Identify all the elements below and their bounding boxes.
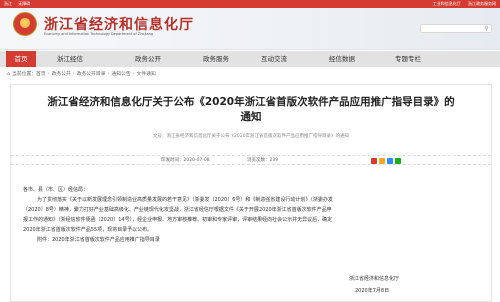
article-body: 各市、县（市、区）经信局： 为了贯彻落实《关于以新发展理念引领制造业高质量发展的… xyxy=(23,185,481,245)
topbar-link-accessibility[interactable]: 无障碍 xyxy=(18,1,30,6)
body-line: 报工作的通知》（浙经信软件便函〔2020〕14号），经企业申报、地方审核推荐、初… xyxy=(23,217,333,223)
signature-date: 2020年7月8日 xyxy=(355,288,390,294)
nav-item-interaction[interactable]: 互动交流 xyxy=(248,51,300,67)
search-icon[interactable]: ⚲ xyxy=(483,25,490,32)
publish-date: 印发时间：2020-07-08 xyxy=(161,158,210,163)
topbar-link-department[interactable]: 工业和信息化厅 xyxy=(433,1,461,6)
topbar-link-service-portal[interactable]: 浙江政务服务网 xyxy=(468,1,496,6)
breadcrumb-separator: › xyxy=(47,72,50,77)
breadcrumb-separator: › xyxy=(107,72,110,77)
nav-item-gov-affairs[interactable]: 政务公开 xyxy=(122,51,174,67)
article-title-line: 通知 xyxy=(240,111,262,123)
home-icon: ⌂ xyxy=(7,72,11,77)
attachment-link[interactable]: 附件：2020年浙江省首版次软件产品应用推广指导目录 xyxy=(23,235,481,245)
topbar-link-zhejiang[interactable]: 浙江 xyxy=(4,1,12,6)
share-qzone-icon[interactable] xyxy=(379,158,385,164)
site-subtitle: Economy and Information Technology Depar… xyxy=(44,32,154,36)
share-weibo-icon[interactable] xyxy=(371,158,377,164)
article-meta: 印发时间：2020-07-08 浏览次数：239 xyxy=(11,155,491,165)
body-line: 〔2020〕8号）精神，聚力打好产业基础高级化、产业链现代化攻坚战，浙江省经信厅… xyxy=(23,207,332,213)
nav-item-home[interactable]: 首页 xyxy=(6,51,36,67)
article-title-line: 浙江省经济和信息化厅关于公布《2020年浙江省首版次软件产品应用推广指导目录》的 xyxy=(47,96,455,108)
breadcrumb: ⌂ 当前位置：首页 › 政务公开 › 政务公开目录 › 通知公告 › 文件通知 xyxy=(7,70,156,77)
document-number: 文号：浙江省经济和信息化厅关于公布《2020年浙江省首版次软件产品应用推广指导目… xyxy=(153,134,349,139)
share-wechat-icon[interactable] xyxy=(395,158,401,164)
nav-item-data[interactable]: 经信数据 xyxy=(316,51,368,67)
top-bar: 浙江 无障碍 工业和信息化厅 浙江政务服务网 xyxy=(0,0,500,8)
breadcrumb-prefix: 当前位置： xyxy=(12,72,37,77)
breadcrumb-item[interactable]: 首页 xyxy=(36,72,46,77)
site-header: 浙江省经济和信息化厅 Economy and Information Techn… xyxy=(0,8,500,50)
article-panel: 浙江省经济和信息化厅关于公布《2020年浙江省首版次软件产品应用推广指导目录》的… xyxy=(10,84,492,302)
salutation: 各市、县（市、区）经信局： xyxy=(23,187,89,193)
nav-item-zhejiang-jingxin[interactable]: 浙江经信 xyxy=(44,51,96,67)
body-line: 2020年浙江省首版次软件产品55项，现将目录予以公布。 xyxy=(23,227,153,233)
share-qq-icon[interactable] xyxy=(387,158,393,164)
breadcrumb-item[interactable]: 通知公告 xyxy=(111,72,130,77)
view-count: 浏览次数：239 xyxy=(247,158,279,163)
breadcrumb-item[interactable]: 政务公开 xyxy=(52,72,71,77)
nav-item-gov-services[interactable]: 政务服务 xyxy=(190,51,242,67)
breadcrumb-item[interactable]: 政务公开目录 xyxy=(77,72,106,77)
main-nav: 首页 浙江经信 政务公开 政务服务 互动交流 经信数据 专题专栏 xyxy=(0,51,500,67)
breadcrumb-separator: › xyxy=(132,72,135,77)
body-line: 为了贯彻落实《关于以新发展理念引领制造业高质量发展的若干意见》（浙委发〔2020… xyxy=(37,197,333,203)
nav-item-special-topics[interactable]: 专题专栏 xyxy=(382,51,434,67)
site-title[interactable]: 浙江省经济和信息化厅 xyxy=(44,14,194,34)
national-emblem-icon xyxy=(13,12,37,36)
breadcrumb-item[interactable]: 文件通知 xyxy=(137,72,156,77)
breadcrumb-separator: › xyxy=(72,72,75,77)
article-title: 浙江省经济和信息化厅关于公布《2020年浙江省首版次软件产品应用推广指导目录》的… xyxy=(11,95,491,125)
signature-organization: 浙江省经济和信息化厅 xyxy=(349,276,400,282)
search-input[interactable]: ⚲ xyxy=(420,24,492,33)
